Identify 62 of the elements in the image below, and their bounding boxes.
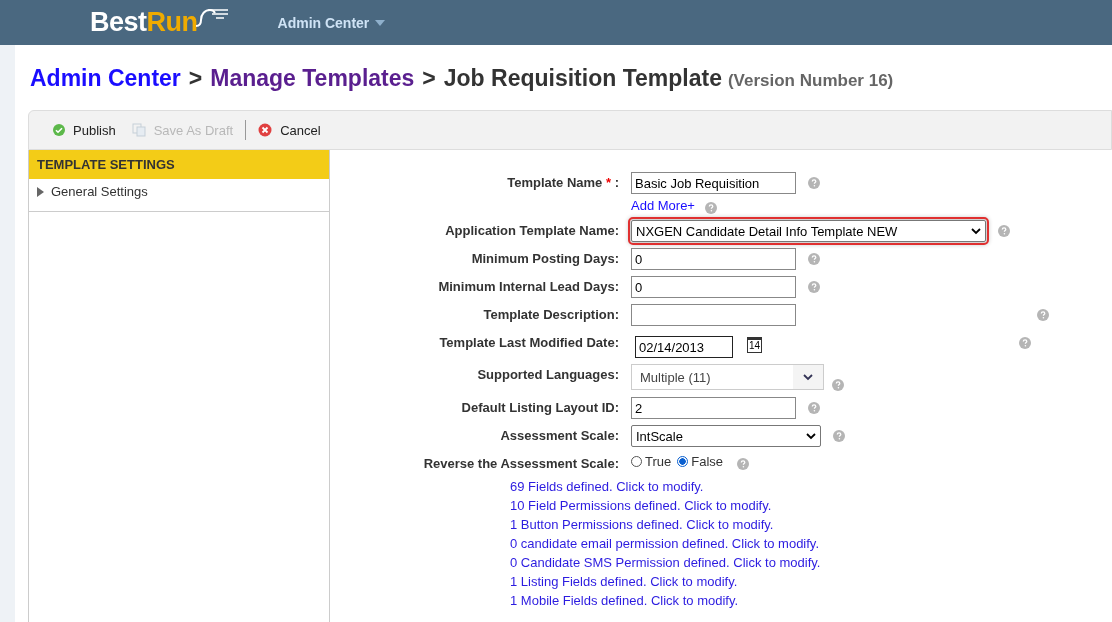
help-icon[interactable] bbox=[808, 253, 820, 265]
version-label: (Version Number 16) bbox=[727, 71, 894, 91]
text-field[interactable]: 0 bbox=[631, 248, 796, 270]
close-icon bbox=[258, 123, 273, 137]
copy-icon bbox=[131, 123, 146, 137]
chevron-down-icon bbox=[803, 373, 813, 381]
field-label: Template Name * : bbox=[506, 174, 619, 192]
text-field[interactable]: 2 bbox=[631, 397, 796, 419]
help-icon[interactable] bbox=[832, 379, 844, 391]
help-icon[interactable] bbox=[998, 225, 1010, 237]
help-icon[interactable] bbox=[737, 458, 750, 470]
chevron-down-icon bbox=[806, 432, 816, 440]
dropdown[interactable]: IntScale bbox=[631, 425, 821, 447]
help-icon[interactable] bbox=[1019, 337, 1031, 349]
calendar-icon[interactable]: 14 bbox=[747, 337, 762, 353]
chevron-down-icon bbox=[971, 227, 981, 235]
modify-link[interactable]: 1 Button Permissions defined. Click to modify. bbox=[510, 517, 774, 532]
field-label: Supported Languages: bbox=[476, 366, 619, 384]
help-icon[interactable] bbox=[833, 430, 845, 442]
modify-link[interactable]: 0 candidate email permission defined. Click to modify. bbox=[510, 536, 820, 551]
breadcrumb-link[interactable]: Manage Templates bbox=[210, 65, 415, 92]
help-icon[interactable] bbox=[1037, 309, 1049, 321]
field-label: Assessment Scale: bbox=[499, 427, 619, 445]
breadcrumb-link[interactable]: Admin Center bbox=[30, 65, 181, 92]
modify-link[interactable]: 69 Fields defined. Click to modify. bbox=[510, 479, 704, 494]
check-icon bbox=[53, 124, 65, 136]
modify-link[interactable]: 10 Field Permissions defined. Click to modify. bbox=[510, 498, 772, 513]
modify-link[interactable]: 1 Listing Fields defined. Click to modify. bbox=[510, 574, 738, 589]
text-field[interactable] bbox=[631, 304, 796, 326]
radio-option[interactable]: False bbox=[677, 454, 724, 469]
dropdown[interactable]: NXGEN Candidate Detail Info Template NEW bbox=[631, 220, 986, 242]
field-label: Application Template Name: bbox=[444, 222, 619, 240]
radio-option[interactable]: True bbox=[631, 454, 672, 469]
publish-button[interactable]: Publish bbox=[47, 120, 122, 140]
field-label: Default Listing Layout ID: bbox=[460, 399, 619, 417]
logo: BestRun bbox=[90, 7, 230, 38]
sidebar-header: TEMPLATE SETTINGS bbox=[29, 150, 329, 179]
help-icon[interactable] bbox=[704, 202, 717, 214]
add-more-link[interactable]: Add More+ bbox=[631, 198, 695, 213]
help-icon[interactable] bbox=[808, 281, 820, 293]
page-title: Job Requisition Template bbox=[443, 65, 722, 92]
caret-icon bbox=[375, 19, 386, 26]
field-label: Reverse the Assessment Scale: bbox=[422, 455, 619, 471]
multi-select-dropdown[interactable]: Multiple (11) bbox=[631, 364, 824, 390]
radio-button[interactable] bbox=[677, 456, 689, 467]
text-field[interactable]: Basic Job Requisition bbox=[631, 172, 796, 194]
cancel-button[interactable]: Cancel bbox=[252, 120, 327, 140]
field-label: Minimum Posting Days: bbox=[470, 250, 619, 268]
breadcrumb-separator: > bbox=[188, 65, 203, 92]
breadcrumb-separator: > bbox=[422, 65, 436, 92]
modify-link[interactable]: 1 Mobile Fields defined. Click to modify. bbox=[510, 593, 739, 608]
date-field[interactable]: 02/14/2013 bbox=[635, 336, 733, 358]
expand-arrow-icon bbox=[37, 186, 44, 197]
help-icon[interactable] bbox=[808, 402, 820, 414]
field-label: Template Last Modified Date: bbox=[438, 334, 619, 352]
admin-center-menu[interactable]: Admin Center bbox=[277, 14, 386, 31]
field-label: Template Description: bbox=[482, 306, 619, 324]
sidebar-item[interactable]: General Settings bbox=[29, 179, 329, 212]
text-field[interactable]: 0 bbox=[631, 276, 796, 298]
help-icon[interactable] bbox=[808, 177, 820, 189]
field-label: Minimum Internal Lead Days: bbox=[437, 278, 619, 296]
modify-link[interactable]: 0 Candidate SMS Permission defined. Click to modify. bbox=[510, 555, 821, 570]
